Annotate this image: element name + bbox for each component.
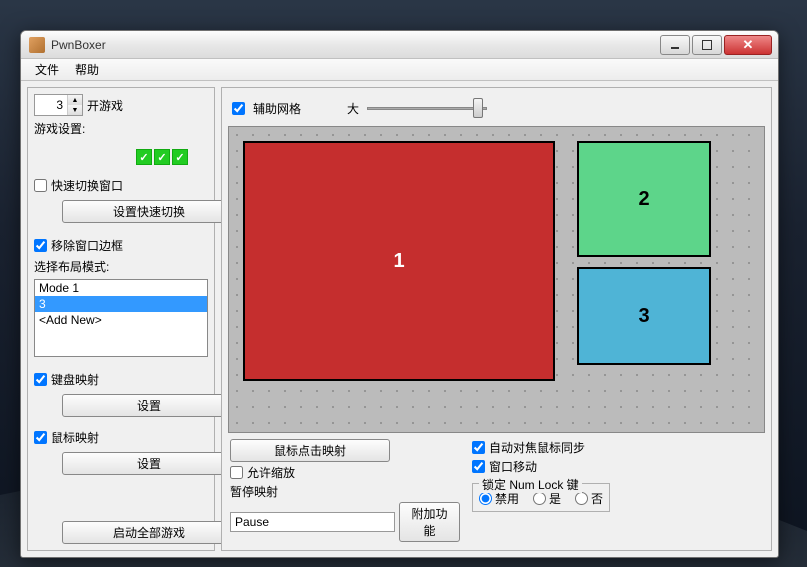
allow-zoom-label: 允许缩放 <box>247 464 295 481</box>
numlock-yes-radio[interactable] <box>533 492 546 505</box>
numlock-legend: 锁定 Num Lock 键 <box>479 476 582 493</box>
pause-map-label: 暂停映射 <box>230 483 460 500</box>
keyboard-map-label: 键盘映射 <box>51 371 99 388</box>
game-status-row: ✓ ✓ ✓ <box>34 141 208 173</box>
check-icon[interactable]: ✓ <box>154 149 170 165</box>
open-game-label: 开游戏 <box>87 97 123 114</box>
game-settings-label: 游戏设置: <box>34 120 208 137</box>
menubar: 文件 帮助 <box>21 59 778 81</box>
game-window-2[interactable]: 2 <box>577 141 711 257</box>
fast-switch-checkbox[interactable] <box>34 179 47 192</box>
layout-canvas[interactable]: 1 2 3 <box>228 126 765 433</box>
numlock-disable-radio[interactable] <box>479 492 492 505</box>
mouse-map-label: 鼠标映射 <box>51 429 99 446</box>
menu-file[interactable]: 文件 <box>27 59 67 80</box>
auto-focus-checkbox[interactable] <box>472 441 485 454</box>
layout-mode-item[interactable]: <Add New> <box>35 312 207 328</box>
window-title: PwnBoxer <box>51 38 660 52</box>
remove-border-checkbox[interactable] <box>34 239 47 252</box>
aux-grid-label: 辅助网格 <box>253 100 301 117</box>
window-move-label: 窗口移动 <box>489 458 537 475</box>
aux-grid-checkbox[interactable] <box>232 102 245 115</box>
app-icon <box>29 37 45 53</box>
auto-focus-label: 自动对焦鼠标同步 <box>489 439 585 456</box>
slider-thumb[interactable] <box>473 98 483 118</box>
numlock-group: 锁定 Num Lock 键 禁用 是 否 <box>472 483 610 512</box>
fast-switch-label: 快速切换窗口 <box>51 177 123 194</box>
right-panel: 辅助网格 大 1 2 3 鼠标点击映射 允许缩放 <box>221 87 772 551</box>
close-button[interactable]: ✕ <box>724 35 772 55</box>
game-count-spinner[interactable]: ▲ ▼ <box>34 94 83 116</box>
mouse-map-settings-button[interactable]: 设置 <box>62 452 236 475</box>
left-panel: ▲ ▼ 开游戏 游戏设置: ✓ ✓ ✓ 快速切换窗口 设置快速切换 移除窗口 <box>27 87 215 551</box>
start-all-games-button[interactable]: 启动全部游戏 <box>62 521 236 544</box>
remove-border-label: 移除窗口边框 <box>51 237 123 254</box>
game-window-1[interactable]: 1 <box>243 141 555 381</box>
fast-switch-settings-button[interactable]: 设置快速切换 <box>62 200 236 223</box>
game-window-3[interactable]: 3 <box>577 267 711 365</box>
keyboard-map-settings-button[interactable]: 设置 <box>62 394 236 417</box>
titlebar[interactable]: PwnBoxer ✕ <box>21 31 778 59</box>
layout-mode-listbox[interactable]: Mode 13<Add New> <box>34 279 208 357</box>
minimize-button[interactable] <box>660 35 690 55</box>
allow-zoom-checkbox[interactable] <box>230 466 243 479</box>
grid-size-label: 大 <box>347 100 359 117</box>
mouse-click-map-button[interactable]: 鼠标点击映射 <box>230 439 390 462</box>
mouse-map-checkbox[interactable] <box>34 431 47 444</box>
grid-size-slider[interactable] <box>367 96 487 120</box>
pause-key-input[interactable] <box>230 512 395 532</box>
extra-features-button[interactable]: 附加功能 <box>399 502 460 542</box>
layout-mode-item[interactable]: 3 <box>35 296 207 312</box>
spinner-down-icon[interactable]: ▼ <box>68 105 82 115</box>
numlock-no-label: 否 <box>591 490 603 507</box>
menu-help[interactable]: 帮助 <box>67 59 107 80</box>
app-window: PwnBoxer ✕ 文件 帮助 ▲ ▼ 开游戏 游戏设置: <box>20 30 779 558</box>
check-icon[interactable]: ✓ <box>172 149 188 165</box>
layout-mode-label: 选择布局模式: <box>34 258 208 275</box>
keyboard-map-checkbox[interactable] <box>34 373 47 386</box>
check-icon[interactable]: ✓ <box>136 149 152 165</box>
game-count-input[interactable] <box>35 96 67 114</box>
maximize-button[interactable] <box>692 35 722 55</box>
window-move-checkbox[interactable] <box>472 460 485 473</box>
numlock-no-radio[interactable] <box>575 492 588 505</box>
layout-mode-item[interactable]: Mode 1 <box>35 280 207 296</box>
spinner-up-icon[interactable]: ▲ <box>68 95 82 105</box>
